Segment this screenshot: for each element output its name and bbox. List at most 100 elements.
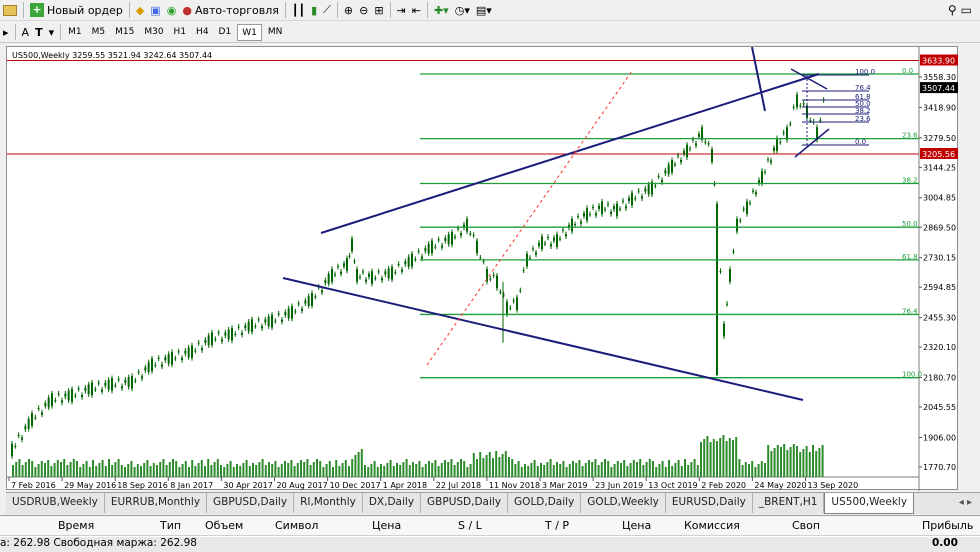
timeframe-m15[interactable]: M15: [111, 24, 138, 41]
chart-tab[interactable]: GOLD,Weekly: [581, 493, 666, 513]
candle-body: [224, 332, 227, 336]
target-button[interactable]: ◉: [164, 1, 180, 20]
date-tick-label: 24 May 2020: [754, 481, 806, 490]
chart-tab[interactable]: USDRUB,Weekly: [6, 493, 105, 513]
price-tick-label: 3279.50: [923, 134, 956, 143]
auto-trading-button[interactable]: ● Авто-торговля: [179, 1, 281, 20]
volume-bar: [476, 459, 478, 477]
chart-tab[interactable]: RI,Monthly: [294, 493, 363, 513]
column-header[interactable]: T / P: [545, 519, 569, 532]
candle-body: [476, 240, 478, 254]
chat-icon[interactable]: ▭: [961, 3, 972, 17]
volume-bar: [712, 439, 715, 477]
zoom-in-icon: ⊕: [343, 3, 354, 17]
indicators-button[interactable]: ✚▾: [431, 1, 452, 20]
volume-bar: [328, 461, 331, 477]
chart-tab[interactable]: DX,Daily: [363, 493, 422, 513]
cursor-button[interactable]: ▸: [0, 23, 12, 42]
candle-chart-button[interactable]: ▮: [308, 1, 320, 20]
timeframe-m1[interactable]: M1: [64, 24, 86, 41]
column-header[interactable]: Своп: [792, 519, 820, 532]
timeframe-h1[interactable]: H1: [170, 24, 191, 41]
column-header[interactable]: Прибыль: [922, 519, 973, 532]
candle-body: [37, 408, 40, 410]
volume-bar: [188, 467, 190, 477]
volume-bar: [309, 465, 312, 477]
periods-button[interactable]: ◷▾: [452, 1, 473, 20]
timeframe-h4[interactable]: H4: [192, 24, 213, 41]
column-header[interactable]: Тип: [160, 519, 181, 532]
column-header[interactable]: Комиссия: [684, 519, 740, 532]
vertical-scrollbar[interactable]: [960, 46, 980, 490]
chart-tab[interactable]: EURUSD,Daily: [666, 493, 753, 513]
volume-bar: [303, 462, 306, 477]
column-header[interactable]: S / L: [458, 519, 482, 532]
volume-bar: [143, 463, 146, 477]
tile-icon: ⊞: [374, 3, 384, 17]
volume-bar: [258, 462, 261, 477]
timeframe-d1[interactable]: D1: [215, 24, 236, 41]
menu-button[interactable]: [0, 1, 20, 20]
candle-body: [767, 159, 769, 161]
volume-bar: [418, 461, 421, 477]
candle-body: [204, 339, 207, 343]
volume-bar: [460, 459, 462, 477]
chart-tab[interactable]: GBPUSD,Daily: [421, 493, 509, 513]
candle-body: [277, 313, 280, 315]
candle-body: [244, 325, 247, 329]
timeframe-m5[interactable]: M5: [88, 24, 110, 41]
templates-button[interactable]: ▤▾: [473, 1, 495, 20]
scroll-button[interactable]: ⇥: [394, 1, 409, 20]
volume-bar: [591, 462, 594, 477]
volume-bar: [108, 459, 110, 477]
chart-tab[interactable]: GBPUSD,Daily: [207, 493, 295, 513]
volume-bar: [799, 452, 802, 477]
column-header[interactable]: Символ: [275, 519, 318, 532]
zoom-out-button[interactable]: ⊖: [356, 1, 371, 20]
line-chart-button[interactable]: ⟋: [320, 1, 334, 20]
zoom-in-button[interactable]: ⊕: [341, 1, 356, 20]
column-header[interactable]: Цена: [622, 519, 651, 532]
volume-bar: [543, 465, 546, 477]
candle-body: [538, 242, 540, 246]
new-order-button[interactable]: + Новый ордер: [27, 1, 126, 20]
text-button[interactable]: A: [19, 23, 33, 42]
calendar-button[interactable]: ▣: [147, 1, 163, 20]
volume-bar: [316, 459, 318, 477]
volume-bar: [652, 461, 654, 477]
column-header[interactable]: Время: [58, 519, 94, 532]
tab-nav-arrows[interactable]: ◂ ▸: [951, 493, 980, 513]
chart-tab[interactable]: US500,Weekly: [824, 493, 915, 514]
tile-button[interactable]: ⊞: [371, 1, 386, 20]
price-chart[interactable]: 3558.30 3418.90 3279.50 3144.25 3004.85 2869.…: [7, 46, 959, 491]
chart-window[interactable]: 3558.30 3418.90 3279.50 3144.25 3004.85 2869.…: [6, 46, 959, 491]
volume-bar: [354, 455, 357, 477]
balance-text: а: 262.98 Свободная маржа: 262.98: [0, 537, 197, 549]
candle-body: [359, 276, 361, 278]
volume-bar: [252, 463, 254, 477]
column-header[interactable]: Объем: [205, 519, 243, 532]
label-button[interactable]: T: [32, 23, 46, 42]
chart-tab[interactable]: GOLD,Daily: [508, 493, 582, 513]
volume-bar: [716, 441, 718, 477]
chart-tab[interactable]: EURRUB,Monthly: [105, 493, 208, 513]
volume-bar: [709, 442, 712, 477]
candle-body: [723, 323, 725, 337]
timeframe-mn[interactable]: MN: [264, 24, 287, 41]
timeframe-m30[interactable]: M30: [140, 24, 167, 41]
volume-bar: [661, 461, 664, 477]
search-icon[interactable]: ⚲: [948, 3, 957, 17]
shift-button[interactable]: ⇤: [409, 1, 424, 20]
column-header[interactable]: Цена: [372, 519, 401, 532]
timeframe-w1[interactable]: W1: [237, 23, 262, 41]
candle-body: [492, 274, 495, 276]
candle-body: [571, 218, 573, 232]
candle-body: [447, 234, 450, 245]
bar-chart-button[interactable]: ┃┃: [289, 1, 308, 20]
diamond-button[interactable]: ◆: [133, 1, 147, 20]
volume-bar: [511, 459, 514, 477]
shapes-button[interactable]: ▾: [46, 23, 58, 42]
candle-body: [695, 143, 697, 146]
chart-tab[interactable]: _BRENT,H1: [753, 493, 825, 513]
volume-bar: [373, 461, 376, 477]
